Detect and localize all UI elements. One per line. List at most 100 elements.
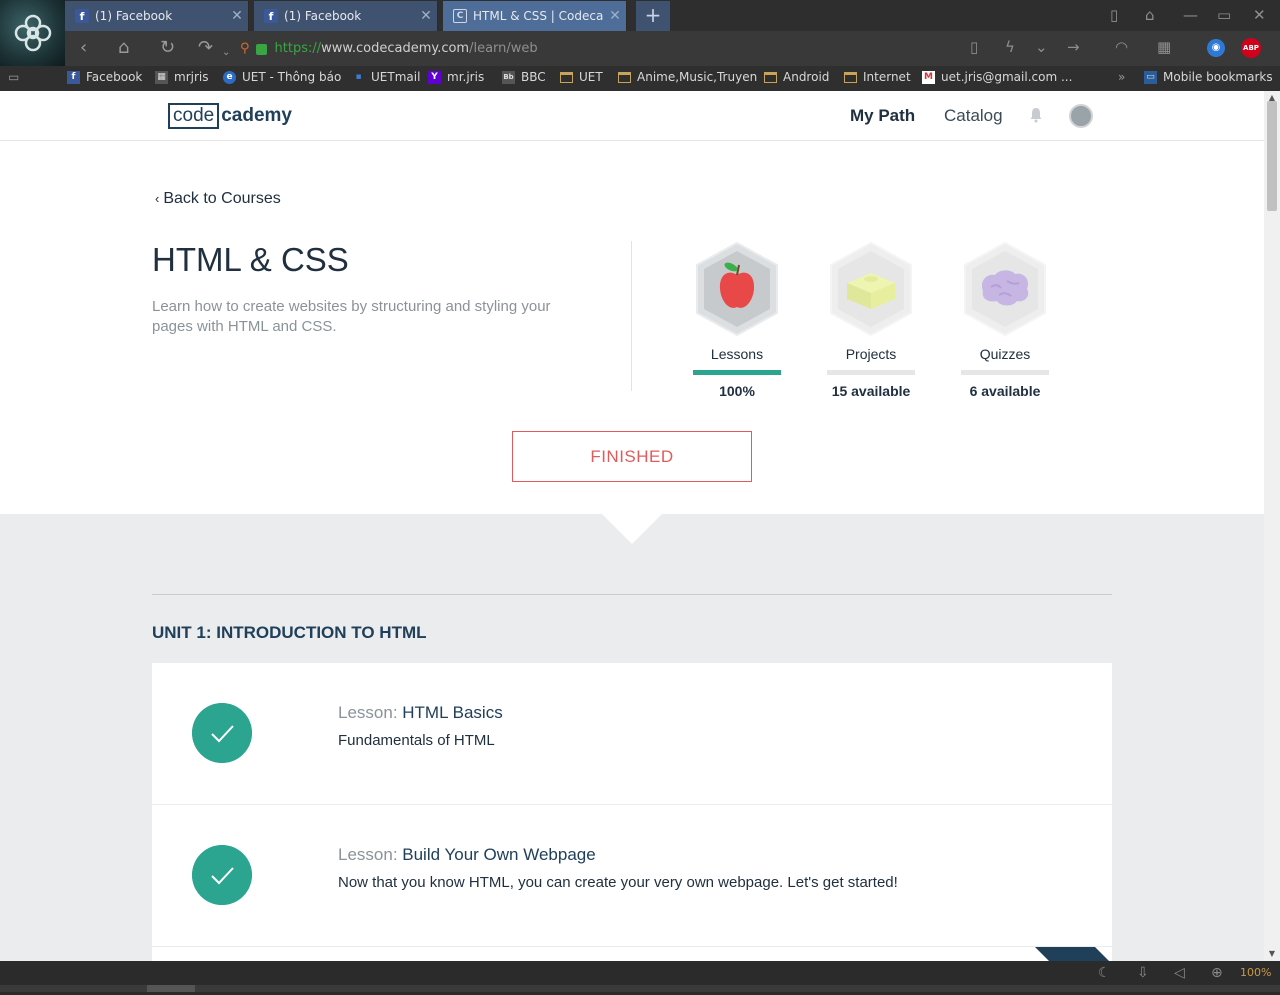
project-ribbon — [1035, 947, 1109, 961]
nav-my-path[interactable]: My Path — [850, 106, 915, 126]
divider — [152, 594, 1112, 595]
extension-icon[interactable]: ◉ — [1207, 39, 1225, 57]
stat-quizzes[interactable]: Quizzes 6 available — [955, 241, 1055, 399]
volume-icon[interactable]: ◁ — [1174, 965, 1185, 981]
folder-icon — [764, 71, 777, 83]
lesson-name: Build Your Own Webpage — [402, 845, 596, 864]
new-tab-button[interactable]: + — [636, 1, 670, 31]
bookmark-item[interactable]: Ymr.jris — [428, 70, 484, 84]
zoom-level[interactable]: 100% — [1240, 966, 1271, 979]
bookmark-item[interactable]: e UET - Thông báo — [223, 70, 341, 84]
syllabus-section: UNIT 1: INTRODUCTION TO HTML Lesson: HTM… — [0, 514, 1264, 961]
bookmark-label: UET - Thông báo — [242, 70, 342, 84]
back-to-courses-link[interactable]: ‹ Back to Courses — [155, 190, 281, 208]
facebook-icon: f — [75, 9, 89, 23]
stat-label: Lessons — [710, 346, 764, 362]
bookmark-folder[interactable]: UET — [560, 70, 603, 84]
bookmark-label: BBC — [521, 70, 546, 84]
close-icon[interactable]: ✕ — [415, 8, 437, 24]
night-mode-icon[interactable]: ☾ — [1098, 965, 1111, 981]
chevron-down-icon[interactable]: ⌄ — [1035, 38, 1048, 56]
bookmarks-manager-icon[interactable]: ▭ — [8, 70, 19, 84]
maximize-icon[interactable]: ▭ — [1217, 6, 1231, 24]
tablet-mode-icon[interactable]: ▯ — [1110, 6, 1118, 24]
bookmark-item[interactable]: Bb BBC — [502, 70, 546, 84]
reading-mode-icon[interactable]: ▯ — [970, 38, 978, 56]
lightning-icon[interactable]: ϟ — [1005, 38, 1015, 56]
bookmark-item[interactable]: Muet.jris@gmail.com ... — [922, 70, 1072, 84]
page-viewport: code cademy My Path Catalog ‹ Back to Cou… — [0, 91, 1264, 961]
chevron-down-icon[interactable]: ⌄ — [222, 42, 230, 64]
taskbar — [0, 985, 1280, 992]
forward-arrow-icon[interactable]: → — [1067, 38, 1080, 56]
lesson-prefix: Lesson: — [338, 845, 403, 864]
lesson-name: HTML Basics — [402, 703, 503, 722]
download-icon[interactable]: ⇩ — [1137, 965, 1149, 981]
stat-label: Quizzes — [979, 346, 1031, 362]
close-icon[interactable]: ✕ — [604, 8, 626, 24]
home-icon[interactable]: ⌂ — [118, 37, 129, 59]
lesson-card[interactable]: Lesson: HTML Basics Fundamentals of HTML — [152, 663, 1112, 804]
address-bar[interactable]: ⚲ https:// www.codecademy.com /learn/web — [240, 38, 720, 60]
url-host: www.codecademy.com — [321, 41, 470, 56]
facebook-icon: f — [67, 70, 80, 84]
skin-icon[interactable]: ⌂ — [1145, 6, 1155, 24]
stat-lessons[interactable]: Lessons 100% — [687, 241, 787, 399]
bookmark-label: UETmail — [371, 70, 421, 84]
back-label: Back to Courses — [163, 190, 281, 207]
bookmark-label: Facebook — [86, 70, 143, 84]
tab-title: (1) Facebook — [284, 9, 362, 23]
mail-icon: ▪ — [355, 72, 362, 82]
bookmark-folder[interactable]: Internet — [844, 70, 911, 84]
scrollbar[interactable]: ▲ ▼ — [1264, 91, 1280, 961]
avatar[interactable] — [1069, 104, 1093, 128]
lesson-heading: Lesson: Build Your Own Webpage — [338, 845, 596, 865]
close-window-icon[interactable]: ✕ — [1253, 6, 1266, 24]
bookmark-folder[interactable]: Android — [764, 70, 829, 84]
tab-facebook-1[interactable]: f (1) Facebook ✕ — [65, 1, 249, 31]
tab-codecademy[interactable]: C HTML & CSS | Codecad ✕ — [443, 1, 627, 31]
stat-projects[interactable]: Projects 15 available — [821, 241, 921, 399]
logo-cademy: cademy — [221, 105, 292, 126]
brain-icon — [964, 241, 1046, 337]
undo-close-icon[interactable]: ↷ — [198, 37, 213, 59]
back-icon[interactable]: ‹ — [80, 37, 87, 59]
close-icon[interactable]: ✕ — [226, 8, 248, 24]
codecademy-logo[interactable]: code cademy — [168, 103, 292, 129]
reload-icon[interactable]: ↻ — [160, 37, 175, 59]
zoom-icon[interactable]: ⊕ — [1211, 965, 1223, 981]
lesson-heading: Lesson: HTML Basics — [338, 703, 503, 723]
progress-bar — [961, 370, 1049, 375]
finished-button[interactable]: FINISHED — [512, 431, 752, 482]
bookmark-label: UET — [579, 70, 603, 84]
url-path: /learn/web — [469, 41, 538, 56]
bookmark-item[interactable]: f Facebook — [67, 70, 142, 84]
course-title: HTML & CSS — [152, 241, 349, 278]
apps-grid-icon[interactable]: ▦ — [1157, 38, 1171, 56]
browser-logo-icon[interactable] — [0, 0, 65, 66]
gmail-icon: M — [922, 70, 935, 84]
qr-icon: ▦ — [155, 70, 168, 84]
notification-bell-icon[interactable] — [1028, 107, 1044, 123]
nav-catalog[interactable]: Catalog — [944, 106, 1003, 126]
bookmark-item[interactable]: ▦ mrjris — [155, 70, 208, 84]
more-bookmarks-icon[interactable]: » — [1118, 70, 1125, 84]
adblock-plus-icon[interactable]: ABP — [1241, 38, 1261, 58]
minimize-icon[interactable]: — — [1183, 6, 1198, 24]
globe-icon: e — [223, 70, 236, 84]
wifi-icon[interactable]: ◠ — [1115, 38, 1128, 56]
checkmark-icon — [192, 703, 252, 763]
site-info-icon[interactable]: ⚲ — [240, 38, 250, 60]
scroll-thumb[interactable] — [1267, 101, 1277, 211]
lesson-card[interactable] — [152, 947, 1112, 961]
bookmark-folder[interactable]: Anime,Music,Truyen — [618, 70, 757, 84]
bookmark-item[interactable]: ▪ UETmail — [352, 70, 420, 84]
unit-separator: : — [205, 623, 217, 642]
bookmark-folder[interactable]: ▭ Mobile bookmarks — [1144, 70, 1273, 84]
tab-title: HTML & CSS | Codecad — [473, 9, 604, 23]
scroll-down-icon[interactable]: ▼ — [1264, 949, 1280, 959]
taskbar-active-item[interactable] — [147, 985, 195, 992]
tab-facebook-2[interactable]: f (1) Facebook ✕ — [254, 1, 438, 31]
lesson-card[interactable]: Lesson: Build Your Own Webpage Now that … — [152, 805, 1112, 946]
tab-bar: f (1) Facebook ✕ f (1) Facebook ✕ C HTML… — [65, 0, 1280, 31]
